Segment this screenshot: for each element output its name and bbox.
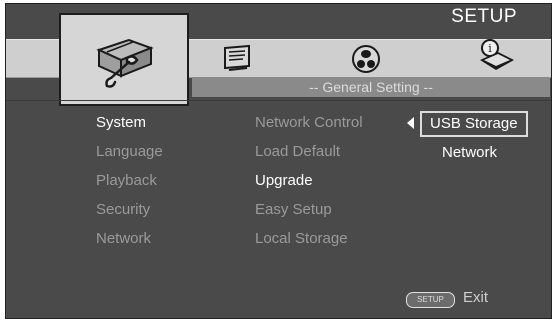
divider <box>6 100 551 101</box>
submenu-item-local-storage[interactable]: Local Storage <box>255 230 348 247</box>
menu-item-security[interactable]: Security <box>96 201 150 218</box>
submenu-item-load-default[interactable]: Load Default <box>255 143 340 160</box>
menu-item-system[interactable]: System <box>96 114 146 131</box>
screen-title: SETUP <box>451 6 517 27</box>
option-usb-storage[interactable]: USB Storage <box>420 111 528 137</box>
menu-item-language[interactable]: Language <box>96 143 163 160</box>
arrow-left-icon <box>407 117 414 129</box>
display-icon[interactable] <box>219 44 255 74</box>
setup-screen: SETUP i -- General Setting -- System Lan… <box>5 3 552 319</box>
menu-item-network[interactable]: Network <box>96 230 151 247</box>
section-header: -- General Setting -- <box>192 77 550 97</box>
category-general-setting[interactable] <box>59 13 189 106</box>
exit-label: Exit <box>463 289 489 306</box>
info-book-icon[interactable]: i <box>476 38 516 74</box>
svg-text:i: i <box>488 42 492 55</box>
menu-item-playback[interactable]: Playback <box>96 172 157 189</box>
setup-button-icon: SETUP <box>406 292 455 308</box>
speaker-icon[interactable] <box>349 42 383 76</box>
submenu-item-upgrade[interactable]: Upgrade <box>255 172 313 189</box>
submenu-item-network-control[interactable]: Network Control <box>255 114 363 131</box>
toolbox-wrench-icon <box>96 38 154 88</box>
submenu-item-easy-setup[interactable]: Easy Setup <box>255 201 332 218</box>
option-network[interactable]: Network <box>442 143 497 163</box>
